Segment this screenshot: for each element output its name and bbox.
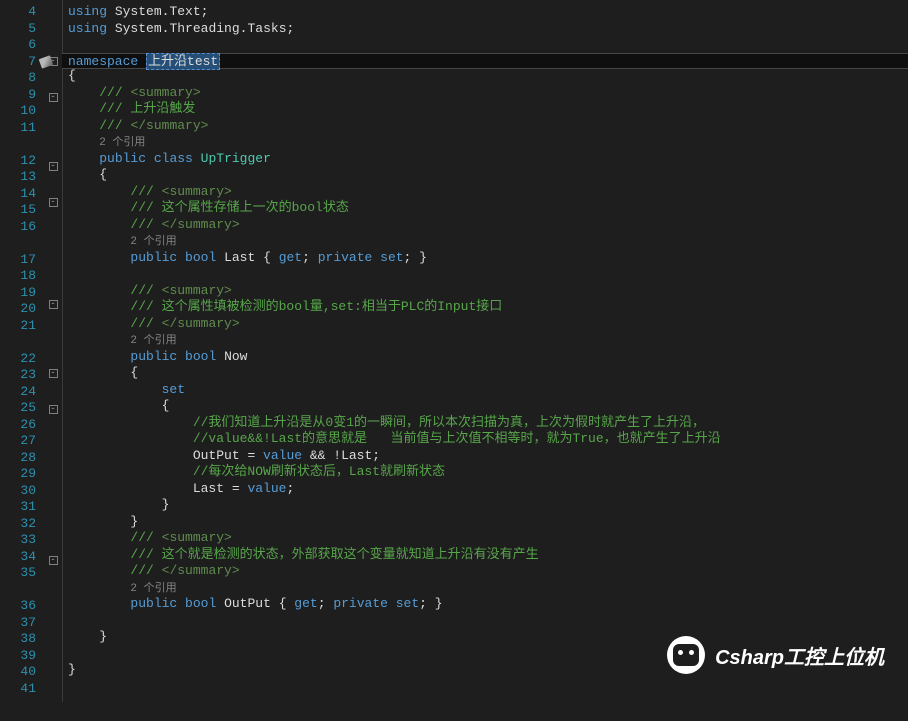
- line-number: 26: [0, 417, 36, 434]
- code-line[interactable]: /// </summary>: [68, 217, 908, 234]
- code-line[interactable]: /// </summary>: [68, 316, 908, 333]
- line-number: 27: [0, 433, 36, 450]
- code-editor[interactable]: 4567891011 1213141516 1718192021 2223242526…: [0, 0, 908, 702]
- line-number: 31: [0, 499, 36, 516]
- line-number: 32: [0, 516, 36, 533]
- code-line[interactable]: {: [68, 167, 908, 184]
- line-number: 8: [0, 70, 36, 87]
- code-line[interactable]: namespace 上升沿test: [62, 53, 908, 70]
- code-line[interactable]: //我们知道上升沿是从0变1的一瞬间，所以本次扫描为真，上次为假时就产生了上升沿…: [68, 415, 908, 432]
- code-line[interactable]: {: [68, 68, 908, 85]
- line-number: 13: [0, 169, 36, 186]
- line-number: 7: [0, 54, 36, 71]
- code-line[interactable]: 2 个引用: [68, 134, 908, 151]
- code-line[interactable]: [68, 37, 908, 54]
- line-number: 25: [0, 400, 36, 417]
- line-number: 38: [0, 631, 36, 648]
- fold-toggle-icon[interactable]: -: [49, 162, 58, 171]
- code-line[interactable]: 2 个引用: [68, 580, 908, 597]
- code-line[interactable]: }: [68, 497, 908, 514]
- line-number: 12: [0, 153, 36, 170]
- line-number: 24: [0, 384, 36, 401]
- line-number: 11: [0, 120, 36, 137]
- fold-column[interactable]: - - - - - - - -: [44, 0, 62, 702]
- fold-toggle-icon[interactable]: -: [49, 405, 58, 414]
- line-number: [0, 235, 36, 252]
- line-number: 28: [0, 450, 36, 467]
- code-line[interactable]: Last = value;: [68, 481, 908, 498]
- line-number: 40: [0, 664, 36, 681]
- line-number: 19: [0, 285, 36, 302]
- code-line[interactable]: /// <summary>: [68, 184, 908, 201]
- watermark-text: Csharp工控上位机: [715, 641, 884, 670]
- line-number: 15: [0, 202, 36, 219]
- line-number: 35: [0, 565, 36, 582]
- code-line[interactable]: {: [68, 365, 908, 382]
- code-line[interactable]: /// <summary>: [68, 283, 908, 300]
- line-number: 4: [0, 4, 36, 21]
- line-number: 41: [0, 681, 36, 698]
- code-line[interactable]: using System.Threading.Tasks;: [68, 21, 908, 38]
- line-number: 10: [0, 103, 36, 120]
- fold-toggle-icon[interactable]: -: [49, 300, 58, 309]
- line-number: 20: [0, 301, 36, 318]
- code-line[interactable]: //每次给NOW刷新状态后，Last就刷新状态: [68, 464, 908, 481]
- code-line[interactable]: }: [68, 514, 908, 531]
- wechat-icon: [667, 636, 705, 674]
- code-line[interactable]: /// 这个属性填被检测的bool量,set:相当于PLC的Input接口: [68, 299, 908, 316]
- line-number: 21: [0, 318, 36, 335]
- code-line[interactable]: /// 上升沿触发: [68, 101, 908, 118]
- fold-toggle-icon[interactable]: -: [49, 556, 58, 565]
- code-line[interactable]: /// <summary>: [68, 530, 908, 547]
- code-line[interactable]: /// <summary>: [68, 85, 908, 102]
- line-number: [0, 582, 36, 599]
- line-number: 16: [0, 219, 36, 236]
- line-number: 23: [0, 367, 36, 384]
- line-number: 18: [0, 268, 36, 285]
- code-line[interactable]: /// 这个属性存储上一次的bool状态: [68, 200, 908, 217]
- code-line[interactable]: [68, 266, 908, 283]
- code-line[interactable]: public bool OutPut { get; private set; }: [68, 596, 908, 613]
- line-number: 17: [0, 252, 36, 269]
- line-number: 39: [0, 648, 36, 665]
- line-number: 36: [0, 598, 36, 615]
- code-line[interactable]: public bool Last { get; private set; }: [68, 250, 908, 267]
- code-line[interactable]: using System.Text;: [68, 4, 908, 21]
- fold-toggle-icon[interactable]: -: [49, 93, 58, 102]
- code-line[interactable]: //value&&!Last的意思就是 当前值与上次值不相等时，就为True，也…: [68, 431, 908, 448]
- line-number: 22: [0, 351, 36, 368]
- code-line[interactable]: set: [68, 382, 908, 399]
- line-number: 30: [0, 483, 36, 500]
- code-line[interactable]: {: [68, 398, 908, 415]
- line-number-gutter[interactable]: 4567891011 1213141516 1718192021 2223242526…: [0, 0, 44, 702]
- code-line[interactable]: [68, 679, 908, 696]
- line-number: [0, 334, 36, 351]
- watermark: Csharp工控上位机: [667, 636, 884, 674]
- line-number: 33: [0, 532, 36, 549]
- code-line[interactable]: /// </summary>: [68, 118, 908, 135]
- line-number: 6: [0, 37, 36, 54]
- line-number: 9: [0, 87, 36, 104]
- fold-toggle-icon[interactable]: -: [49, 198, 58, 207]
- code-line[interactable]: public class UpTrigger: [68, 151, 908, 168]
- code-line[interactable]: [68, 613, 908, 630]
- code-line[interactable]: /// </summary>: [68, 563, 908, 580]
- code-line[interactable]: OutPut = value && !Last;: [68, 448, 908, 465]
- code-line[interactable]: public bool Now: [68, 349, 908, 366]
- line-number: 34: [0, 549, 36, 566]
- code-line[interactable]: 2 个引用: [68, 233, 908, 250]
- line-number: 5: [0, 21, 36, 38]
- code-line[interactable]: 2 个引用: [68, 332, 908, 349]
- fold-toggle-icon[interactable]: -: [49, 369, 58, 378]
- line-number: [0, 136, 36, 153]
- code-line[interactable]: /// 这个就是检测的状态，外部获取这个变量就知道上升沿有没有产生: [68, 547, 908, 564]
- code-area[interactable]: using System.Text;using System.Threading…: [62, 0, 908, 702]
- line-number: 29: [0, 466, 36, 483]
- line-number: 37: [0, 615, 36, 632]
- line-number: 14: [0, 186, 36, 203]
